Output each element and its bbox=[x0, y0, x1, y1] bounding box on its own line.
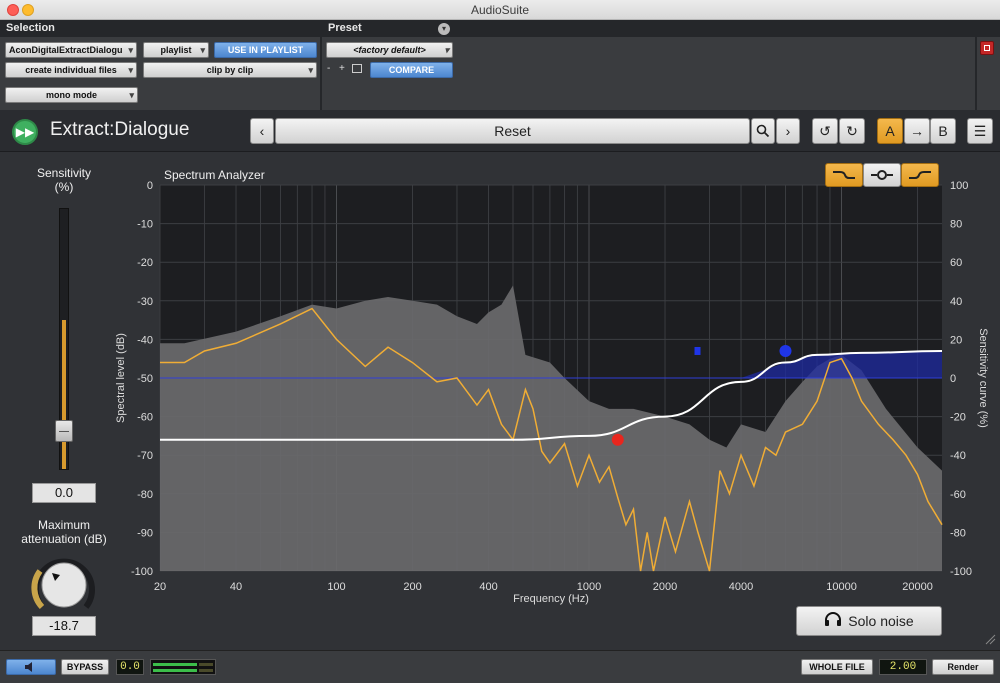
headphones-icon bbox=[824, 608, 842, 636]
y-right-tick-label: 0 bbox=[950, 373, 956, 385]
render-button[interactable]: Render bbox=[932, 659, 994, 675]
acon-logo-icon: ▶▶ bbox=[12, 119, 38, 145]
audiosuite-header: Selection Preset ▾ AconDigitalExtractDia… bbox=[0, 20, 1000, 110]
y-right-tick-label: 20 bbox=[950, 334, 962, 346]
y-right-tick-label: 80 bbox=[950, 219, 962, 231]
whole-file-button[interactable]: WHOLE FILE bbox=[801, 659, 873, 675]
x-axis-label: Frequency (Hz) bbox=[513, 593, 589, 605]
x-tick-label: 4000 bbox=[729, 581, 753, 593]
y-right-tick-label: 60 bbox=[950, 257, 962, 269]
x-tick-label: 2000 bbox=[653, 581, 677, 593]
y-right-tick-label: -20 bbox=[950, 412, 966, 424]
y-left-tick-label: 0 bbox=[147, 180, 153, 192]
sensitivity-slider-thumb[interactable] bbox=[55, 419, 73, 442]
y-left-tick-label: -50 bbox=[137, 373, 153, 385]
y-right-tick-label: -80 bbox=[950, 527, 966, 539]
plugin-selector[interactable]: AconDigitalExtractDialogu bbox=[5, 42, 137, 58]
preset-menu-icon[interactable]: ▾ bbox=[438, 23, 450, 35]
x-tick-label: 20 bbox=[154, 581, 166, 593]
audiosuite-footer: BYPASS 0.0 WHOLE FILE 2.00 Render bbox=[0, 650, 1000, 683]
y-left-tick-label: -100 bbox=[131, 566, 153, 578]
ab-copy-arrow-icon[interactable]: → bbox=[904, 118, 930, 144]
redo-icon[interactable]: ↻ bbox=[839, 118, 865, 144]
target-button[interactable] bbox=[980, 41, 994, 55]
y-right-tick-label: -100 bbox=[950, 566, 972, 578]
y-right-tick-label: -60 bbox=[950, 489, 966, 501]
max-attenuation-knob[interactable] bbox=[30, 549, 98, 617]
sensitivity-label: Sensitivity (%) bbox=[36, 166, 92, 194]
y-left-tick-label: -40 bbox=[137, 334, 153, 346]
high-shelf-icon[interactable] bbox=[901, 163, 939, 187]
y-right-tick-label: -40 bbox=[950, 450, 966, 462]
preset-header: Preset bbox=[322, 20, 1000, 37]
level-meter bbox=[150, 659, 216, 675]
preset-plus-button[interactable]: + bbox=[339, 63, 345, 74]
gain-readout[interactable]: 0.0 bbox=[116, 659, 144, 675]
max-attenuation-value[interactable]: -18.7 bbox=[32, 616, 96, 636]
curve-shape-group bbox=[825, 163, 940, 187]
x-tick-label: 40 bbox=[230, 581, 242, 593]
ab-a-button[interactable]: A bbox=[877, 118, 903, 144]
sensitivity-value[interactable]: 0.0 bbox=[32, 483, 96, 503]
window-title: AudioSuite bbox=[470, 3, 530, 17]
x-tick-label: 200 bbox=[403, 581, 421, 593]
solo-noise-label: Solo noise bbox=[848, 613, 914, 629]
low-node-handle bbox=[611, 433, 624, 446]
left-axis-label: Spectral level (dB) bbox=[115, 333, 127, 423]
mono-mode-selector[interactable]: mono mode bbox=[5, 87, 138, 103]
window-titlebar: AudioSuite bbox=[0, 0, 1000, 20]
x-tick-label: 20000 bbox=[902, 581, 933, 593]
y-left-tick-label: -80 bbox=[137, 489, 153, 501]
preview-speaker-icon[interactable] bbox=[6, 659, 56, 675]
max-attenuation-label: Maximum attenuation (dB) bbox=[21, 518, 107, 546]
y-left-tick-label: -30 bbox=[137, 296, 153, 308]
bypass-button[interactable]: BYPASS bbox=[61, 659, 109, 675]
x-tick-label: 100 bbox=[327, 581, 345, 593]
search-preset-icon[interactable] bbox=[751, 118, 775, 144]
solo-noise-button[interactable]: Solo noise bbox=[796, 606, 942, 636]
playlist-selector[interactable]: playlist bbox=[143, 42, 209, 58]
preset-minus-button[interactable]: - bbox=[327, 63, 330, 74]
menu-icon[interactable]: ☰ bbox=[967, 118, 993, 144]
x-tick-label: 1000 bbox=[577, 581, 601, 593]
compare-button[interactable]: COMPARE bbox=[370, 62, 453, 78]
y-left-tick-label: -60 bbox=[137, 412, 153, 424]
y-left-tick-label: -20 bbox=[137, 257, 153, 269]
preset-next-button[interactable]: › bbox=[776, 118, 800, 144]
clip-mode-selector[interactable]: clip by clip bbox=[143, 62, 317, 78]
spectrum-analyzer[interactable]: Spectrum Analyzer 20 40 100 200 400 1000 2000 4… bbox=[110, 162, 1000, 610]
use-in-playlist-button[interactable]: USE IN PLAYLIST bbox=[214, 42, 317, 58]
x-tick-label: 10000 bbox=[826, 581, 857, 593]
plugin-header: ▶▶ Extract:Dialogue ‹ Reset › ↺ ↻ A → B … bbox=[0, 110, 1000, 152]
plugin-window: ▶▶ Extract:Dialogue ‹ Reset › ↺ ↻ A → B … bbox=[0, 110, 1000, 650]
preset-prev-button[interactable]: ‹ bbox=[250, 118, 274, 144]
y-right-tick-label: 100 bbox=[950, 180, 968, 192]
preset-selector[interactable]: <factory default> bbox=[326, 42, 453, 58]
y-left-tick-label: -90 bbox=[137, 527, 153, 539]
low-shelf-icon[interactable] bbox=[825, 163, 863, 187]
plugin-name: Extract:Dialogue bbox=[50, 119, 190, 140]
analyzer-title: Spectrum Analyzer bbox=[164, 168, 265, 182]
y-right-tick-label: 40 bbox=[950, 296, 962, 308]
right-axis-label: Sensitivity curve (%) bbox=[977, 328, 989, 428]
copy-settings-icon[interactable] bbox=[352, 64, 362, 73]
preset-name-field[interactable]: Reset bbox=[275, 118, 750, 144]
x-tick-label: 400 bbox=[479, 581, 497, 593]
bell-icon[interactable] bbox=[863, 163, 901, 187]
y-left-tick-label: -70 bbox=[137, 450, 153, 462]
undo-icon[interactable]: ↺ bbox=[812, 118, 838, 144]
ab-b-button[interactable]: B bbox=[930, 118, 956, 144]
handle-length-readout[interactable]: 2.00 bbox=[879, 659, 927, 675]
processing-mode-selector[interactable]: create individual files bbox=[5, 62, 137, 78]
slope-handle bbox=[694, 346, 701, 355]
y-left-tick-label: -10 bbox=[137, 219, 153, 231]
high-node-handle bbox=[779, 344, 792, 357]
selection-header: Selection bbox=[0, 20, 320, 37]
resize-grip-icon[interactable] bbox=[984, 632, 996, 645]
